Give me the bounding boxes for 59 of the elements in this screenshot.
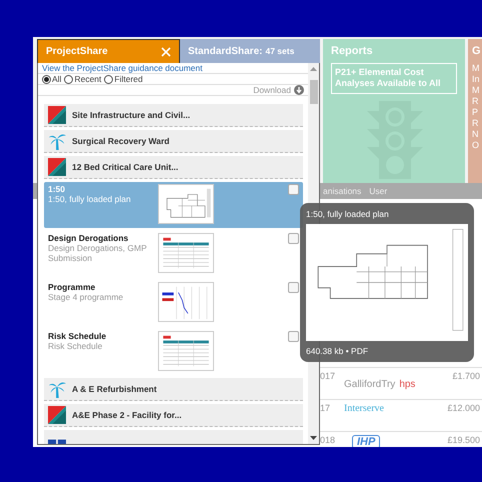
scroll-down-icon[interactable] xyxy=(310,435,317,441)
document-checkbox[interactable] xyxy=(288,282,299,293)
document-title: Risk Schedule xyxy=(48,331,108,341)
side-tile-line: O xyxy=(472,140,478,151)
document-thumbnail xyxy=(158,331,214,371)
document-row[interactable]: Risk Schedule Risk Schedule xyxy=(44,329,303,375)
guidance-link[interactable]: View the ProjectShare guidance document xyxy=(42,63,202,73)
scroll-up-icon[interactable] xyxy=(310,66,317,72)
file-info: 640.38 kb • PDF xyxy=(306,346,370,356)
flag-icon xyxy=(48,158,66,176)
document-title: 1:50 xyxy=(48,184,66,194)
palm-tree-icon xyxy=(48,132,66,150)
filter-radio[interactable]: Recent xyxy=(64,74,102,84)
document-title: Design Derogations xyxy=(48,233,130,243)
year-cell-text: 018 xyxy=(320,435,336,447)
document-checkbox[interactable] xyxy=(288,184,299,195)
filter-radio[interactable]: Filtered xyxy=(104,74,143,84)
document-row[interactable]: Programme Stage 4 programme xyxy=(44,280,303,326)
year-cell-text: 017 xyxy=(320,371,336,383)
year-cell-text: 17 xyxy=(320,403,332,415)
document-row[interactable]: Design Derogations Design Derogations, GMP Submission xyxy=(44,231,303,277)
amount-cell-text: £19.500 xyxy=(446,435,481,447)
document-description: 1:50, fully loaded plan xyxy=(48,194,132,204)
side-tile-line: R xyxy=(472,118,478,129)
document-description: Risk Schedule xyxy=(48,341,104,352)
project-row[interactable]: 12 Bed Critical Care Unit... xyxy=(44,156,303,179)
amount-cell-text: £12.000 xyxy=(446,403,481,415)
download-icon[interactable] xyxy=(294,85,304,95)
flag-icon xyxy=(48,406,66,424)
side-tile-line: R xyxy=(472,96,478,107)
close-icon[interactable] xyxy=(161,46,171,56)
tooltip-title: 1:50, fully loaded plan xyxy=(306,209,390,219)
side-tile-line: P xyxy=(472,107,478,118)
project-row[interactable]: Surgical Recovery Ward xyxy=(44,130,303,153)
reports-title: Reports xyxy=(331,45,374,57)
document-thumbnail xyxy=(158,184,214,224)
company-logo: GallifordTry hps xyxy=(344,378,416,392)
document-checkbox[interactable] xyxy=(288,233,299,244)
project-row[interactable]: A & E Refurbishment xyxy=(44,378,303,401)
side-tile-line: M xyxy=(472,63,478,74)
palm-tree-icon xyxy=(48,380,66,398)
side-tile-line: M xyxy=(472,85,478,96)
flag-icon xyxy=(48,106,66,124)
project-row[interactable]: A&E Phase 2 - Facility for... xyxy=(44,404,303,427)
scrollbar-thumb[interactable] xyxy=(310,80,318,104)
side-tile-line: N xyxy=(472,129,478,140)
filter-radio[interactable]: All xyxy=(42,74,62,84)
company-logo: IHP xyxy=(352,435,380,447)
document-description: Stage 4 programme xyxy=(48,292,124,302)
company-logo: Interserve xyxy=(344,403,385,416)
document-checkbox[interactable] xyxy=(288,331,299,342)
document-thumbnail xyxy=(158,282,214,322)
amount-cell-text: £1.700 xyxy=(451,371,481,383)
project-row[interactable]: Site Infrastructure and Civil... xyxy=(44,104,303,127)
side-tile-title: G xyxy=(472,45,478,57)
document-description: Design Derogations, GMP Submission xyxy=(48,243,148,264)
document-title: Programme xyxy=(48,282,96,292)
side-tile-line: In xyxy=(472,74,478,85)
document-thumbnail xyxy=(158,233,214,273)
